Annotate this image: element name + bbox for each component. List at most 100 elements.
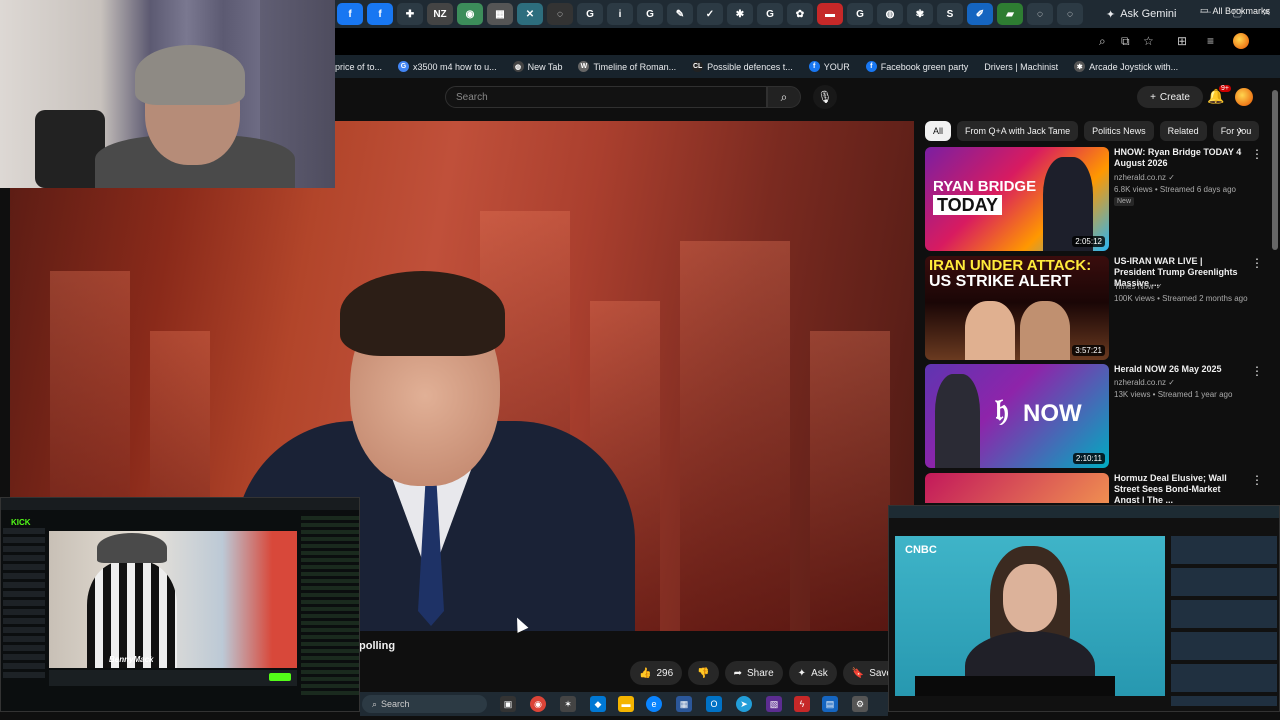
spider-tab-icon[interactable]: ✱ [727,3,753,25]
recommendation-item[interactable]: Hormuz Deal Elusive; Wall Street Sees Bo… [925,473,1275,503]
bookmark-item[interactable]: ◍ New Tab [512,61,562,72]
settings-icon[interactable]: ⚙ [852,696,868,712]
recommendation-item[interactable]: RYAN BRIDGE TODAY 2:05:12 HNOW: Ryan Bri… [925,147,1275,251]
cnbc-presenter-face [1003,564,1057,632]
kick-info-bar [49,670,297,686]
search-tab-icon[interactable]: ◌ [547,3,573,25]
video-title[interactable]: Herald NOW 26 May 2025 [1114,364,1244,375]
calculator-icon[interactable]: ▦ [676,696,692,712]
bookmark-item[interactable]: f YOUR [808,61,850,72]
channel-name[interactable]: Times Now ✓ [1114,282,1163,291]
chip-all[interactable]: All [925,121,952,141]
pen-tab-icon[interactable]: ✎ [667,3,693,25]
chrome-tab-icon[interactable]: ◉ [457,3,483,25]
bookmark-favicon-icon: ✱ [1074,61,1086,72]
edit-tab-icon[interactable]: ✐ [967,3,993,25]
dislike-button[interactable]: 👎 [688,661,719,685]
folder-icon[interactable]: ▬ [618,696,634,712]
chart-app-icon[interactable]: ▤ [822,696,838,712]
search-input[interactable]: Search [445,86,767,108]
duration-badge: 2:10:11 [1072,453,1105,464]
more-vert-icon[interactable]: ⋮ [1251,473,1263,487]
channel-name[interactable]: nzherald.co.nz ✓ [1114,173,1175,182]
recommendation-item[interactable]: IRAN UNDER ATTACK: US STRIKE ALERT 3:57:… [925,256,1275,360]
chip-from-qa[interactable]: From Q+A with Jack Tame [957,121,1079,141]
chip-for-you[interactable]: For you [1212,121,1260,141]
edge-icon[interactable]: e [646,696,662,712]
account-avatar[interactable] [1235,88,1253,106]
bug-tab-icon[interactable]: ✾ [907,3,933,25]
info-tab-icon[interactable]: i [607,3,633,25]
more-vert-icon[interactable]: ⋮ [1251,256,1263,270]
video-title[interactable]: HNOW: Ryan Bridge TODAY 4 August 2026 [1114,147,1244,169]
chip-politics-news[interactable]: Politics News [1084,121,1154,141]
facebook-tab-icon[interactable]: f [337,3,363,25]
create-button[interactable]: + Create [1137,86,1203,108]
bookmark-label: Timeline of Roman... [593,61,677,72]
nz-tab-icon[interactable]: NZ [427,3,453,25]
gear-tab-icon[interactable]: ✿ [787,3,813,25]
ext-tab-icon[interactable]: ✚ [397,3,423,25]
check-tab-icon[interactable]: ✓ [697,3,723,25]
video-thumbnail[interactable]: 𝔥 NOW 2:10:11 [925,364,1109,468]
red-tab-icon[interactable]: ▬ [817,3,843,25]
green-tab-icon[interactable]: ▰ [997,3,1023,25]
search-button[interactable]: ⌕ [767,86,801,108]
ask-gemini-button[interactable]: ✦ Ask Gemini [1106,5,1176,23]
outlook-icon[interactable]: O [706,696,722,712]
like-count: 296 [656,667,674,679]
grey-tab-icon[interactable]: ◌ [1027,3,1053,25]
duration-badge: 3:57:21 [1072,345,1105,356]
voice-search-button[interactable]: 🎙 [813,85,837,109]
chip-related[interactable]: Related [1159,121,1207,141]
facebook-tab-2-icon[interactable]: f [367,3,393,25]
google-tab-4-icon[interactable]: G [847,3,873,25]
cast-icon[interactable]: ⧉ [1121,34,1130,49]
bookmark-item[interactable]: W Timeline of Roman... [578,61,676,72]
recommendation-item[interactable]: 𝔥 NOW 2:10:11 Herald NOW 26 May 2025 nzh… [925,364,1275,468]
share-button[interactable]: ➦ Share [724,661,783,685]
bookmark-star-icon[interactable]: ☆ [1143,34,1154,48]
google-tab-icon[interactable]: G [577,3,603,25]
video-thumbnail[interactable]: RYAN BRIDGE TODAY 2:05:12 [925,147,1109,251]
video-thumbnail[interactable]: IRAN UNDER ATTACK: US STRIKE ALERT 3:57:… [925,256,1109,360]
telegram-icon[interactable]: ➤ [736,696,752,712]
sidebar-scrollbar[interactable] [1272,90,1278,250]
chevron-right-icon[interactable]: › [1238,122,1242,137]
tab-search-icon[interactable]: ≡ [1207,34,1214,48]
thumbnail-title: IRAN UNDER ATTACK: [929,257,1092,274]
bookmark-item[interactable]: price of to... [335,62,382,72]
grey-tab-2-icon[interactable]: ◌ [1057,3,1083,25]
app-tab-icon[interactable]: ▦ [487,3,513,25]
channel-name[interactable]: nzherald.co.nz ✓ [1114,378,1175,387]
s-tab-icon[interactable]: S [937,3,963,25]
flash-icon[interactable]: ϟ [794,696,810,712]
extensions-icon[interactable]: ⊞ [1177,34,1187,48]
bookmark-item[interactable]: CL Possible defences t... [692,61,793,72]
taskbar-search[interactable]: ⌕ Search [362,695,487,713]
store-icon[interactable]: ◆ [590,696,606,712]
more-vert-icon[interactable]: ⋮ [1251,364,1263,378]
bookmark-item[interactable]: ✱ Arcade Joystick with... [1074,61,1178,72]
google-tab-2-icon[interactable]: G [637,3,663,25]
profile-avatar[interactable] [1233,33,1249,49]
all-bookmarks-button[interactable]: ▭ All Bookmarks [1200,5,1270,16]
video-thumbnail[interactable] [925,473,1109,503]
video-title[interactable]: Hormuz Deal Elusive; Wall Street Sees Bo… [1114,473,1244,503]
app-icon-2[interactable]: ▧ [766,696,782,712]
google-tab-3-icon[interactable]: G [757,3,783,25]
globe-tab-icon[interactable]: ◍ [877,3,903,25]
bookmark-item[interactable]: Drivers | Machinist [984,62,1058,72]
ask-button[interactable]: ✦ Ask [788,661,837,685]
tool-tab-icon[interactable]: ✕ [517,3,543,25]
bookmark-label: Facebook green party [880,61,969,72]
like-button[interactable]: 👍 296 [630,661,683,685]
more-vert-icon[interactable]: ⋮ [1251,147,1263,161]
zoom-icon[interactable]: ⌕ [1099,34,1106,49]
bookmark-item[interactable]: f Facebook green party [865,61,969,72]
app-icon[interactable]: ✶ [560,696,576,712]
thumbnail-subtitle: US STRIKE ALERT [929,273,1072,290]
task-view-icon[interactable]: ▣ [500,696,516,712]
bookmark-item[interactable]: Gx3500 m4 how to u... [398,61,497,72]
chrome-icon[interactable]: ◉ [530,696,546,712]
